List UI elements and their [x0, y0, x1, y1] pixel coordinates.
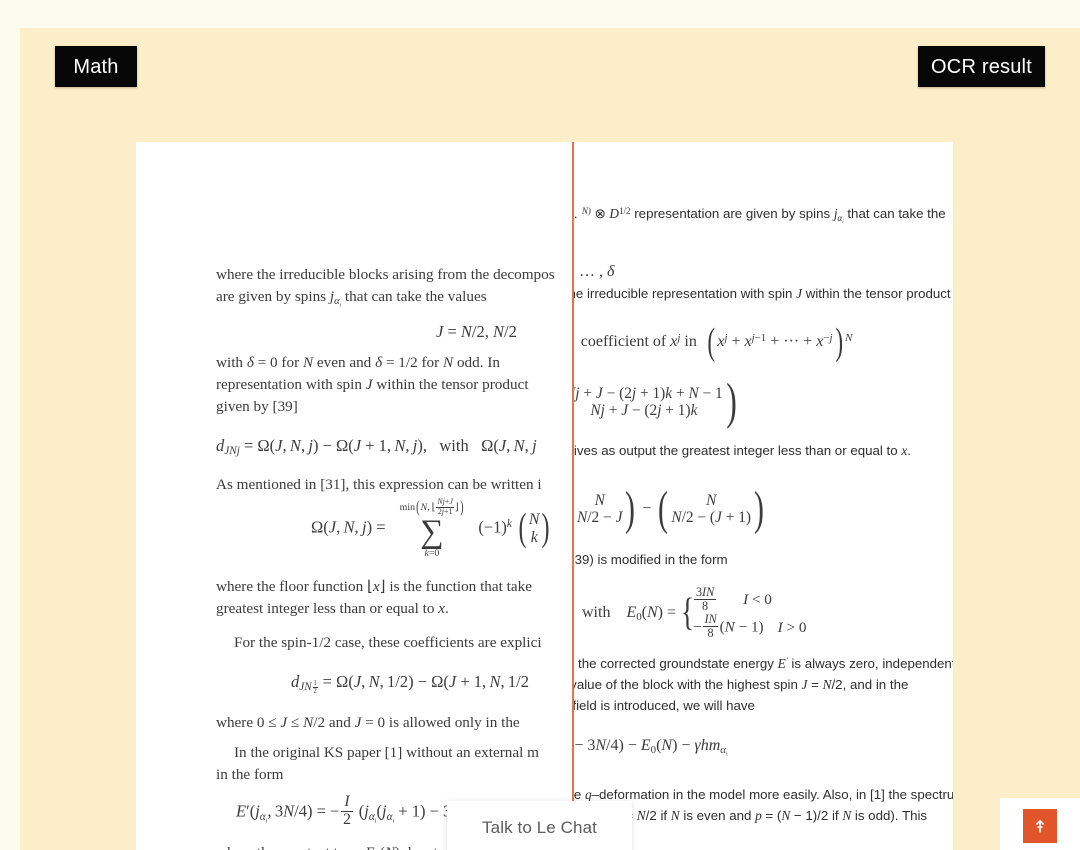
original-document-pane: where the irreducible blocks arising fro… — [136, 142, 572, 850]
label-ocr-result: OCR result — [918, 46, 1045, 87]
ocr-line: ⊗ … N) ⊗ D1/2 representation are given b… — [572, 205, 946, 225]
orig-line: representation with spin J within the te… — [216, 376, 529, 393]
ocr-equation: (Nj + J − (2j + 1)k + N − 1Nj + J − (2j … — [572, 373, 737, 431]
ocr-equation: + 1) − 3N/4) − E0(N) − γhmαi — [572, 737, 728, 758]
scroll-to-top-panel — [1000, 798, 1080, 850]
arrow-up-icon — [1031, 817, 1049, 835]
talk-to-le-chat-button[interactable]: Talk to Le Chat — [447, 801, 632, 850]
ocr-result-pane: ⊗ … N) ⊗ D1/2 representation are given b… — [572, 142, 953, 850]
ocr-result-content: ⊗ … N) ⊗ D1/2 representation are given b… — [572, 142, 953, 850]
original-document-content: where the irreducible blocks arising fro… — [136, 142, 572, 850]
orig-equation: dJNj = Ω(J, N, j) − Ω(J + 1, N, j), with… — [216, 436, 537, 458]
comparison-slider-handle[interactable] — [572, 142, 574, 850]
orig-equation: dJN 1 2 = Ω(J, N, 1/2) − Ω(J + 1, N, 1/2 — [291, 672, 530, 696]
ocr-line: nd gives as output the greatest integer … — [572, 443, 911, 458]
ocr-line: way, the corrected groundstate energy E′… — [572, 655, 953, 671]
orig-line: given by [39] — [216, 398, 298, 415]
label-ocr-result-text: OCR result — [931, 55, 1032, 78]
comparison-stage: Math OCR result where the irreducible bl… — [20, 28, 1080, 850]
orig-line: in the form — [216, 766, 284, 783]
orig-line: are given by spins jαi that can take the… — [216, 288, 487, 309]
document-sheet: where the irreducible blocks arising fro… — [136, 142, 953, 850]
ocr-equation: N), with E0(N) = 3IN8I < 0 −IN8(N − 1)I … — [572, 585, 806, 641]
orig-equation: Ω(J, N, j) = min(N, ⌊ Nj+J 2j+1 ⌋) ∑ k=0 (−… — [311, 497, 550, 560]
ocr-line: um (39) is modified in the form — [572, 552, 728, 567]
ocr-comparison-app: Math OCR result where the irreducible bl… — [0, 0, 1080, 850]
talk-to-le-chat-label: Talk to Le Chat — [482, 817, 597, 837]
ocr-line: genvalue of the block with the highest s… — [572, 677, 909, 692]
label-math: Math — [55, 46, 137, 87]
orig-line: greatest integer less than or equal to x… — [216, 600, 449, 617]
label-math-text: Math — [73, 55, 119, 78]
orig-line: where the irreducible blocks arising fro… — [216, 266, 555, 283]
ocr-equation: − 1, … , δ — [572, 263, 615, 280]
orig-line: For the spin-1/2 case, these coefficient… — [234, 634, 542, 651]
scroll-to-top-button[interactable] — [1023, 809, 1057, 843]
ocr-line: of the irreducible representation with s… — [572, 286, 953, 301]
orig-equation: J = N/2, N/2 — [436, 322, 517, 341]
orig-line: In the original KS paper [1] without an … — [234, 744, 539, 761]
ocr-equation: j) ≡ coefficient of xj in (xj + xj−1 + ·… — [572, 321, 853, 363]
ocr-equation: = (NN/2 − J) − (NN/2 − (J + 1)) — [572, 482, 764, 536]
ocr-line: etic field is introduced, we will have — [572, 698, 755, 713]
orig-line: As mentioned in [31], this expression ca… — [216, 476, 542, 493]
orig-line: where the floor function ⌊x⌋ is the func… — [216, 578, 532, 595]
orig-line: with δ = 0 for N even and δ = 1/2 for N … — [216, 354, 500, 371]
orig-line: where 0 ≤ J ≤ N/2 and J = 0 is allowed o… — [216, 714, 520, 731]
